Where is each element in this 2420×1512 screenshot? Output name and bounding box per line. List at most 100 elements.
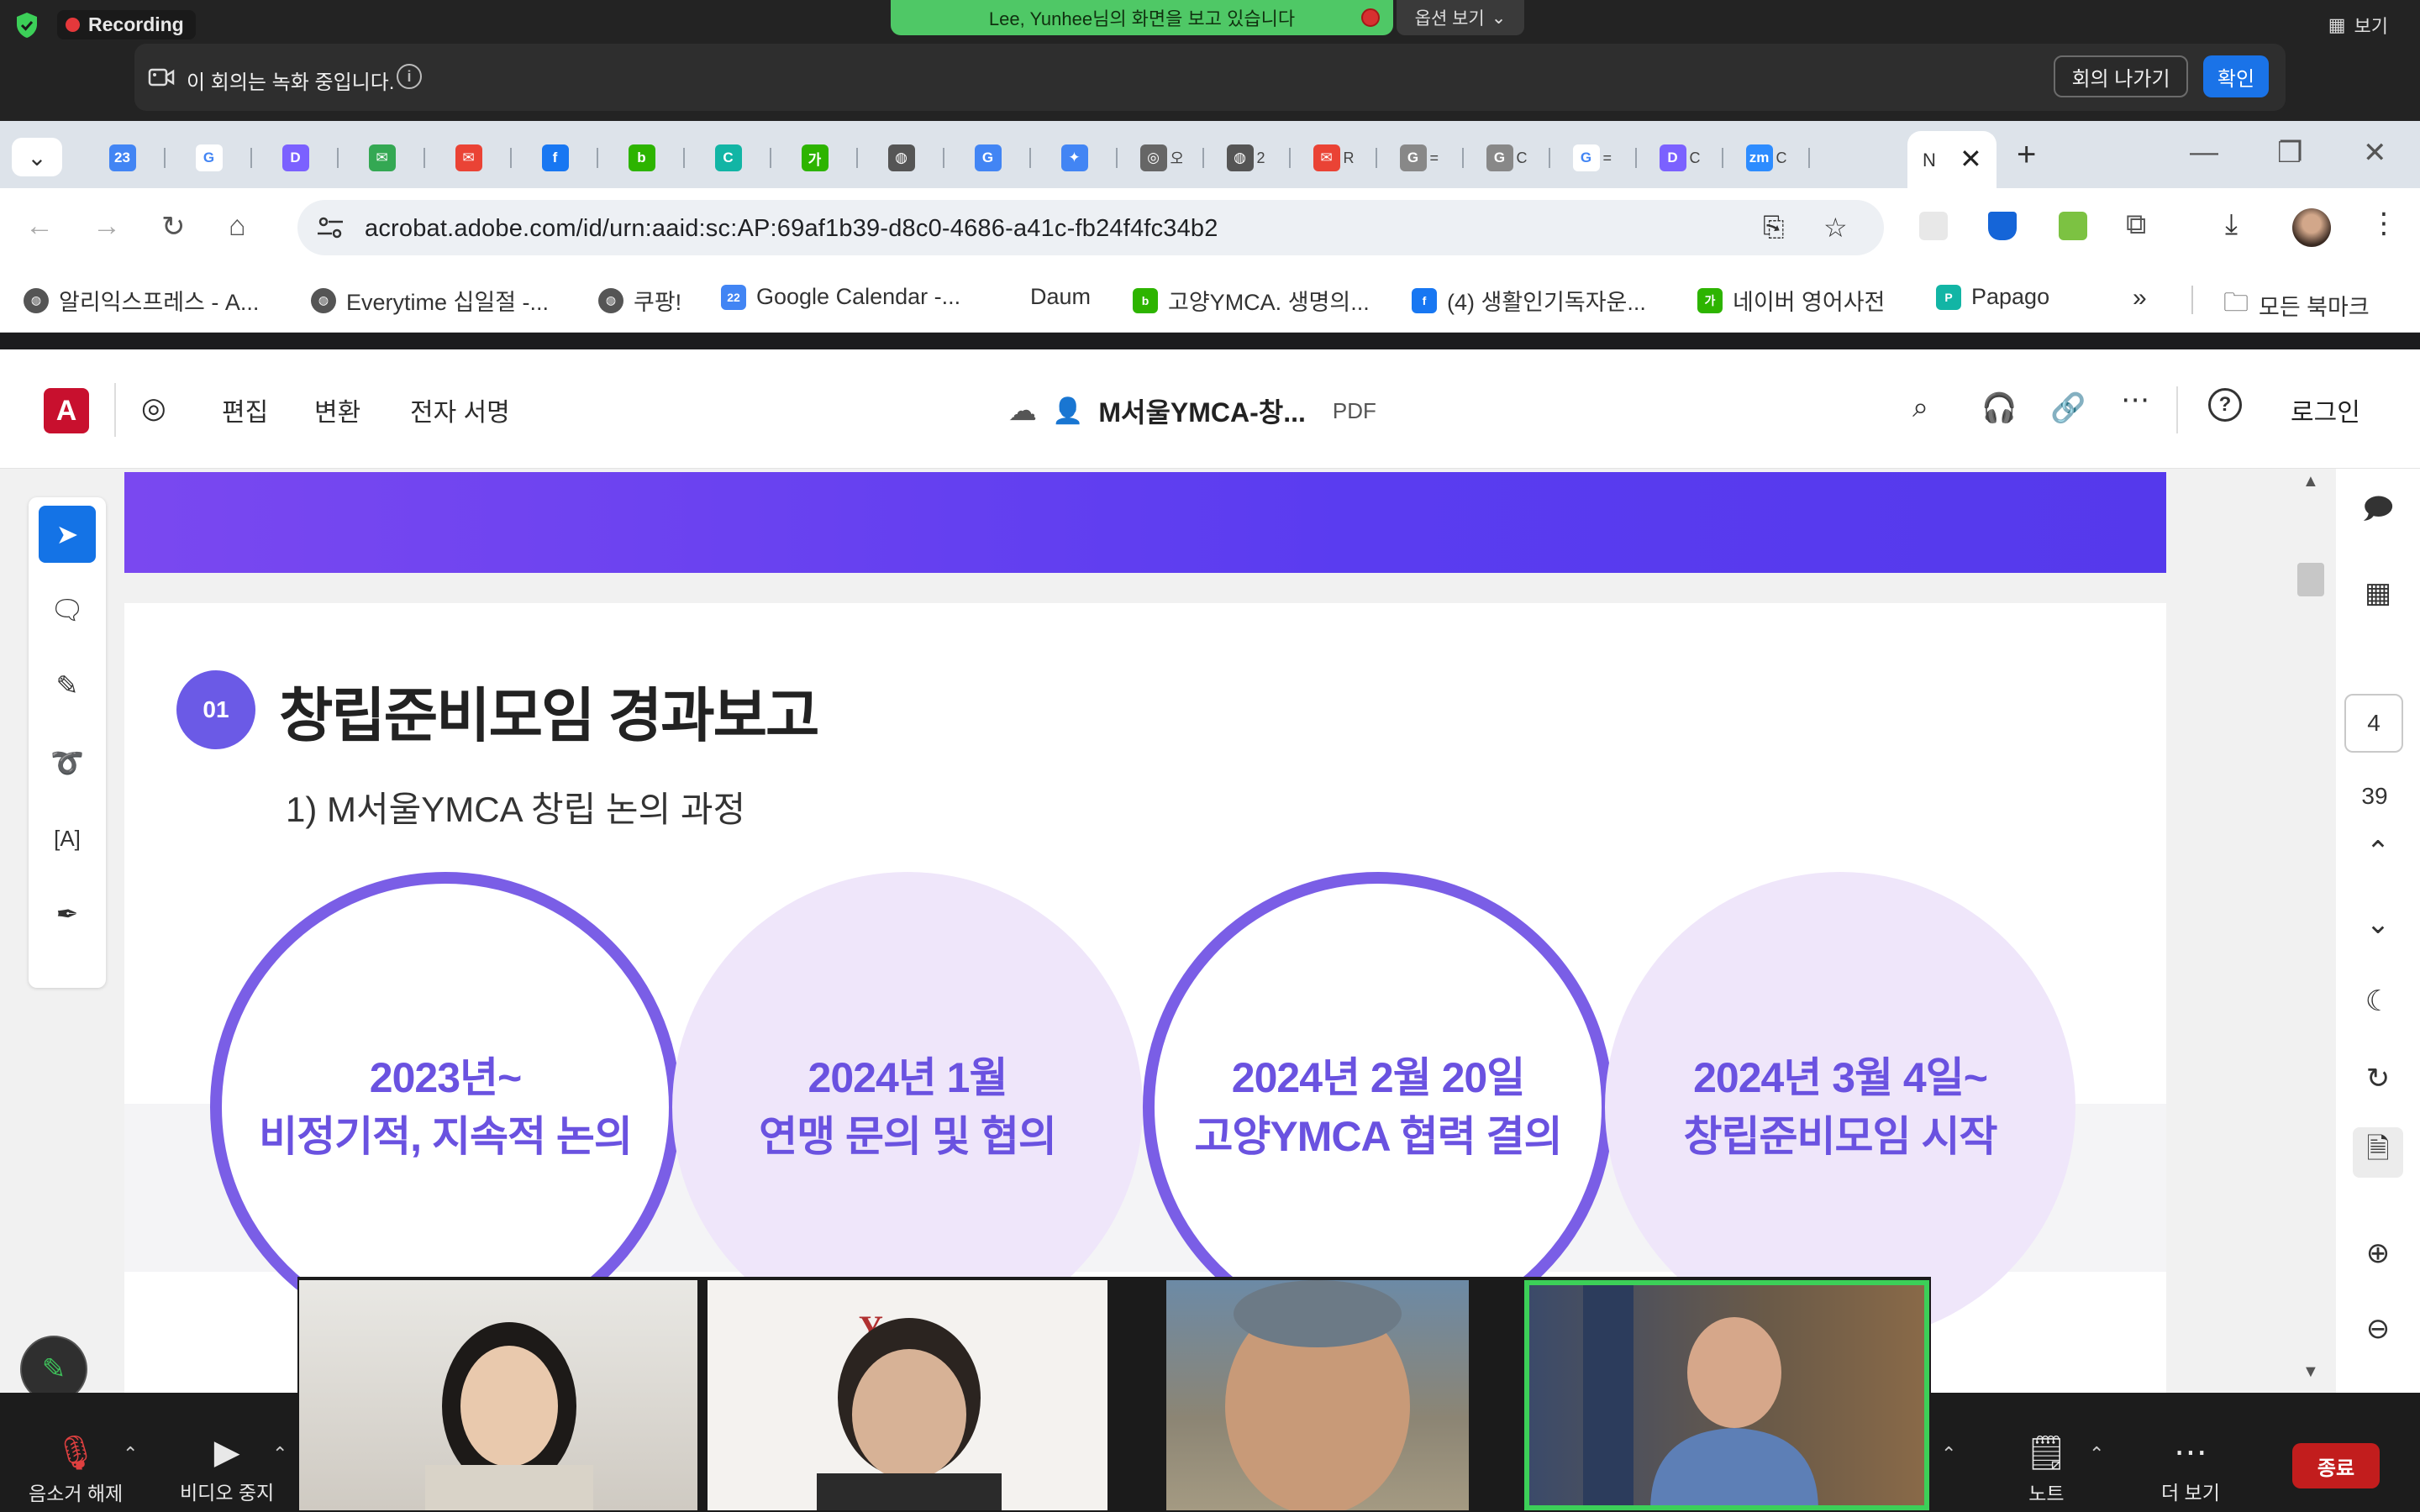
help-icon[interactable]: ? xyxy=(2208,388,2242,422)
forward-arrow-icon[interactable]: → xyxy=(92,210,121,243)
omnibox[interactable]: acrobat.adobe.com/id/urn:aaid:sc:AP:69af… xyxy=(297,200,1884,255)
current-page-input[interactable]: 4 xyxy=(2344,694,2403,753)
bookmark-item[interactable]: Daum xyxy=(995,284,1091,310)
extension-icon[interactable] xyxy=(1919,212,1948,240)
browser-tab[interactable]: G = xyxy=(1550,139,1637,176)
video-options-caret-icon[interactable]: ⌃ xyxy=(272,1443,287,1465)
search-icon[interactable]: ⌕ xyxy=(1912,391,1928,424)
browser-tab[interactable]: G xyxy=(944,139,1031,176)
reload-icon[interactable]: ↻ xyxy=(161,210,186,244)
notes-options-caret-icon[interactable]: ⌃ xyxy=(2089,1443,2104,1465)
zoom-in-icon[interactable]: ⊕ xyxy=(2353,1228,2403,1278)
acrobat-logo-icon[interactable]: A xyxy=(44,388,89,433)
close-window-icon[interactable]: ✕ xyxy=(2363,136,2387,170)
next-page-icon[interactable]: ⌄ xyxy=(2353,899,2403,949)
more-options-icon[interactable]: ⋯ xyxy=(2121,383,2149,417)
document-name[interactable]: M서울YMCA-창... xyxy=(1098,391,1306,430)
ai-assistant-icon[interactable]: ◎ xyxy=(141,391,166,425)
options-caret-icon[interactable]: ⌃ xyxy=(1941,1443,1956,1465)
bookmark-item[interactable]: b 고양YMCA. 생명의... xyxy=(1133,284,1370,317)
comments-panel-icon[interactable]: 🗩 xyxy=(2353,487,2403,538)
bookmark-item[interactable]: f (4) 생활인기독자운... xyxy=(1412,284,1646,317)
browser-tab[interactable]: 23 xyxy=(79,139,166,176)
all-bookmarks-button[interactable]: 🗀 모든 북마크 xyxy=(2223,284,2370,327)
browser-tab[interactable]: ◍ 2 xyxy=(1204,139,1291,176)
bookmark-item[interactable]: 가 네이버 영어사전 xyxy=(1697,284,1885,317)
link-icon[interactable]: 🔗 xyxy=(2050,391,2086,425)
tab-search-button[interactable]: ⌄ xyxy=(12,138,62,176)
bookmark-item[interactable]: ◍ 쿠팡! xyxy=(598,284,681,317)
previous-page-icon[interactable]: ⌃ xyxy=(2353,827,2403,877)
participant-video-3[interactable] xyxy=(1166,1280,1469,1510)
leave-meeting-button[interactable]: 회의 나가기 xyxy=(2054,55,2188,97)
menu-edit[interactable]: 편집 xyxy=(222,391,268,428)
comment-tool-icon[interactable]: 🗨 xyxy=(39,581,96,638)
download-icon[interactable]: ⤓ xyxy=(2225,208,2238,241)
more-menu-icon[interactable]: ⋮ xyxy=(2370,207,2398,240)
active-tab[interactable]: N ✕ xyxy=(1907,131,1996,188)
browser-tab[interactable]: ✦ xyxy=(1031,139,1118,176)
vertical-scrollbar[interactable]: ▲ ▼ xyxy=(2289,469,2336,1393)
puzzle-extensions-icon[interactable]: ⧉ xyxy=(2126,208,2146,241)
text-tool-icon[interactable]: [A] xyxy=(39,810,96,867)
login-button[interactable]: 로그인 xyxy=(2291,391,2360,428)
sign-tool-icon[interactable]: ✒ xyxy=(39,885,96,942)
home-icon[interactable]: ⌂ xyxy=(229,210,246,243)
profile-avatar[interactable] xyxy=(2292,208,2331,247)
participant-video-2[interactable]: Y xyxy=(708,1280,1107,1510)
more-button[interactable]: ⋯ 더 보기 xyxy=(2161,1433,2220,1505)
browser-tab[interactable]: DC xyxy=(1637,139,1723,176)
read-aloud-icon[interactable]: 🎧 xyxy=(1981,391,2017,425)
dark-mode-icon[interactable]: ☾ xyxy=(2353,976,2403,1026)
back-arrow-icon[interactable]: ← xyxy=(25,210,54,243)
install-app-icon[interactable]: ⎘ xyxy=(1763,212,1785,244)
participant-video-1[interactable] xyxy=(299,1280,697,1510)
end-meeting-button[interactable]: 종료 xyxy=(2292,1443,2380,1488)
browser-tab[interactable]: ◎ 오 xyxy=(1118,139,1204,176)
menu-e-sign[interactable]: 전자 서명 xyxy=(410,391,510,428)
bookmark-star-icon[interactable]: ☆ xyxy=(1823,212,1848,244)
menu-convert[interactable]: 변환 xyxy=(314,391,360,428)
bitwarden-shield-icon[interactable] xyxy=(1988,212,2017,240)
site-settings-icon[interactable] xyxy=(316,215,345,240)
browser-tab[interactable]: G = xyxy=(1377,139,1464,176)
browser-tab[interactable]: b xyxy=(598,139,685,176)
browser-tab[interactable]: f xyxy=(512,139,598,176)
audio-options-caret-icon[interactable]: ⌃ xyxy=(123,1443,138,1465)
thumbnails-icon[interactable]: ▦ xyxy=(2353,568,2403,618)
minimize-icon[interactable]: — xyxy=(2190,136,2218,169)
browser-tab[interactable]: ✉ R xyxy=(1291,139,1377,176)
bookmark-item[interactable]: 22 Google Calendar -... xyxy=(721,284,960,310)
bookmark-item[interactable]: ◍ Everytime 십일절 -... xyxy=(311,284,549,317)
select-tool-icon[interactable]: ➤ xyxy=(39,506,96,563)
zoom-out-icon[interactable]: ⊖ xyxy=(2353,1304,2403,1354)
page-tools-icon[interactable]: 🗎 xyxy=(2353,1127,2403,1178)
browser-tab[interactable]: C xyxy=(685,139,771,176)
view-button[interactable]: ▦ 보기 xyxy=(2328,12,2388,39)
scroll-up-icon[interactable]: ▲ xyxy=(2302,472,2319,491)
unmute-button[interactable]: 🎙 음소거 해제 xyxy=(29,1433,123,1506)
browser-tab[interactable]: ✉ xyxy=(425,139,512,176)
scrollbar-thumb[interactable] xyxy=(2297,563,2324,596)
bookmark-item[interactable]: P Papago xyxy=(1936,284,2049,310)
rotate-icon[interactable]: ↻ xyxy=(2353,1053,2403,1104)
browser-tab[interactable]: GC xyxy=(1464,139,1550,176)
more-bookmarks-icon[interactable]: » xyxy=(2133,284,2147,312)
participant-video-4-active-speaker[interactable] xyxy=(1524,1280,1929,1510)
scroll-down-icon[interactable]: ▼ xyxy=(2302,1362,2319,1382)
view-options-button[interactable]: 옵션 보기 ⌄ xyxy=(1397,0,1524,35)
browser-tab[interactable]: ✉ xyxy=(339,139,425,176)
notes-button[interactable]: 🗒 노트 xyxy=(2025,1433,2068,1506)
url-text[interactable]: acrobat.adobe.com/id/urn:aaid:sc:AP:69af… xyxy=(365,215,1218,243)
browser-tab[interactable]: ◍ xyxy=(858,139,944,176)
browser-tab[interactable]: D xyxy=(252,139,339,176)
info-icon[interactable]: i xyxy=(397,64,422,89)
highlight-tool-icon[interactable]: ✎ xyxy=(39,657,96,714)
screen-extension-icon[interactable] xyxy=(2059,212,2087,240)
stop-share-icon[interactable] xyxy=(1361,8,1380,27)
draw-tool-icon[interactable]: ➰ xyxy=(39,734,96,791)
new-tab-icon[interactable]: + xyxy=(2017,136,2036,174)
browser-tab[interactable]: G xyxy=(166,139,252,176)
browser-tab[interactable]: 가 xyxy=(771,139,858,176)
restore-icon[interactable]: ❐ xyxy=(2277,136,2302,170)
